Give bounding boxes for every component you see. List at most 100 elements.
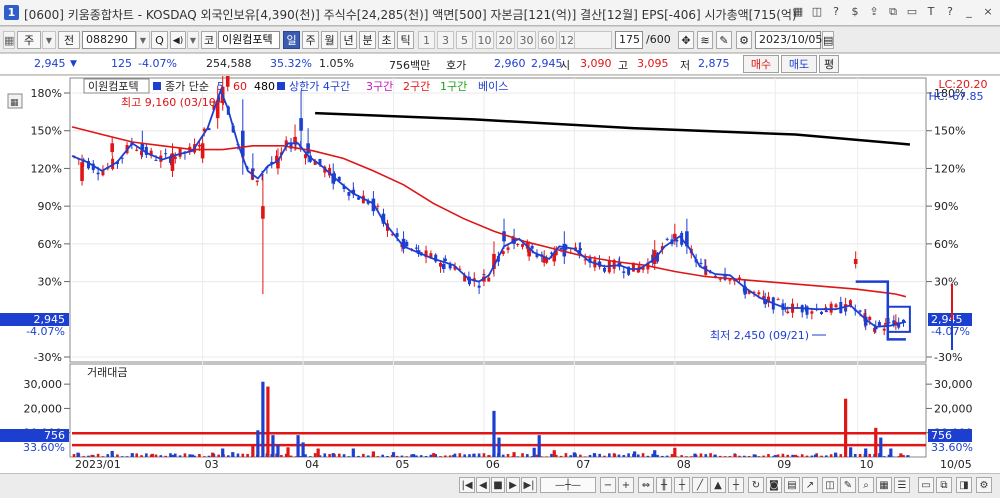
list-icon[interactable]: ☰: [894, 477, 910, 493]
x-axis-label: 2023/01: [75, 458, 121, 471]
draw-icon[interactable]: ✎: [716, 31, 732, 49]
stock-name-field[interactable]: 이원컴포텍: [218, 31, 280, 49]
volume-bar: [781, 453, 785, 457]
volume-bar: [532, 447, 536, 457]
help-icon[interactable]: ?: [828, 4, 844, 20]
turnover-rate: 1.05%: [319, 57, 354, 70]
speaker-dropdown-icon[interactable]: ▼: [187, 31, 199, 49]
code-dropdown-icon[interactable]: ▼: [136, 31, 150, 49]
stop-icon[interactable]: ■: [491, 477, 505, 493]
period-tab[interactable]: 월: [321, 31, 338, 49]
chevron-down-icon[interactable]: ▼: [42, 31, 56, 49]
search-icon[interactable]: Q: [151, 31, 168, 49]
window-number-badge[interactable]: 1: [4, 5, 19, 20]
interval-button[interactable]: 20: [496, 31, 515, 49]
maximize-icon[interactable]: ▭: [904, 4, 920, 20]
settings-icon[interactable]: ⚙: [976, 477, 992, 493]
interval-button[interactable]: 1: [418, 31, 435, 49]
candle-body: [853, 258, 858, 264]
chart-svg[interactable]: 180%150%120%90%60%30%-30%30,00020,00010,…: [0, 66, 1000, 473]
zoom-in-icon[interactable]: +: [618, 477, 634, 493]
crosshair-mode-icon[interactable]: ┼: [728, 477, 744, 493]
chart-type-area-icon[interactable]: ▲: [710, 477, 726, 493]
chart-toolbar: ▦ 주 ▼ 전 088290 ▼ Q ◀) ▼ 코 이원컴포텍 일주월년분초틱 …: [0, 27, 1000, 53]
search-chart-icon[interactable]: ⌕: [858, 477, 874, 493]
last-page-icon[interactable]: ▶|: [521, 477, 537, 493]
export-icon[interactable]: ↗: [802, 477, 818, 493]
grid-icon[interactable]: ▦: [3, 31, 15, 49]
left-tick-label: 30%: [38, 276, 62, 289]
candle-body: [882, 328, 886, 331]
interval-button[interactable]: 10: [475, 31, 494, 49]
sell-button[interactable]: 매도: [781, 55, 817, 73]
buy-button[interactable]: 매수: [743, 55, 779, 73]
period-tab[interactable]: 분: [359, 31, 376, 49]
evaluate-button[interactable]: 평: [819, 55, 839, 73]
count-input[interactable]: 175: [615, 31, 643, 49]
window-icon[interactable]: ⧉: [936, 477, 952, 493]
date-input[interactable]: 2023/10/05: [755, 31, 822, 49]
interval-button[interactable]: 5: [456, 31, 473, 49]
period-tab[interactable]: 일: [283, 31, 300, 49]
volume-bar: [217, 454, 220, 457]
volume-bar: [709, 453, 712, 457]
dollar-icon[interactable]: $: [847, 4, 863, 20]
close-icon[interactable]: ×: [980, 4, 996, 20]
volume-bar: [844, 398, 848, 457]
volume-bar: [641, 453, 645, 457]
volume-bar: [87, 455, 90, 457]
interval-button[interactable]: 3: [437, 31, 454, 49]
gear-icon[interactable]: ⚙: [736, 31, 752, 49]
print-icon[interactable]: ▤: [784, 477, 800, 493]
volume-bar: [882, 456, 886, 457]
volume-bar: [800, 454, 804, 457]
compare-icon[interactable]: ≋: [697, 31, 713, 49]
window-title: [0600] 키움종합차트 - KOSDAQ 외국인보유[4,390(천)] 주…: [24, 8, 797, 22]
period-tab[interactable]: 주: [302, 31, 319, 49]
text-icon[interactable]: T: [923, 4, 939, 20]
camera-icon[interactable]: ◙: [766, 477, 782, 493]
volume-bar: [140, 455, 143, 457]
first-page-icon[interactable]: |◀: [459, 477, 475, 493]
candle-body: [439, 262, 443, 267]
zoom-out-icon[interactable]: −: [600, 477, 616, 493]
market-select[interactable]: 주: [17, 31, 41, 49]
restore-icon[interactable]: ⧉: [885, 4, 901, 20]
speaker-icon[interactable]: ◀): [170, 31, 186, 49]
sync-icon[interactable]: ↻: [748, 477, 764, 493]
interval-button[interactable]: 60: [538, 31, 557, 49]
minimize-icon[interactable]: _: [961, 4, 977, 20]
panel-icon[interactable]: ◨: [956, 477, 972, 493]
chart-type-bar-icon[interactable]: ┼: [674, 477, 690, 493]
calendar-icon[interactable]: ▤: [822, 31, 834, 49]
scroll-slider[interactable]: —┼—: [540, 477, 596, 493]
candle-body: [135, 149, 139, 151]
volume-bar: [400, 455, 404, 457]
chat-icon[interactable]: ◫: [809, 4, 825, 20]
period-tab[interactable]: 초: [378, 31, 395, 49]
prev-button[interactable]: 전: [58, 31, 80, 49]
period-tab[interactable]: 틱: [397, 31, 414, 49]
fit-icon[interactable]: ⇔: [638, 477, 654, 493]
crosshair-icon[interactable]: ✥: [678, 31, 694, 49]
current-price: 2,945: [34, 57, 66, 70]
calculator-icon[interactable]: ▦: [790, 4, 806, 20]
grid-toggle-icon[interactable]: ▦: [876, 477, 892, 493]
chart-area[interactable]: 180%150%120%90%60%30%-30%30,00020,00010,…: [0, 66, 1000, 473]
lock-icon[interactable]: ◫: [822, 477, 838, 493]
note-icon[interactable]: ✎: [840, 477, 856, 493]
pin-icon[interactable]: ⇪: [866, 4, 882, 20]
help-question-icon[interactable]: ?: [942, 4, 958, 20]
spacer-field[interactable]: [574, 31, 612, 49]
prev-icon[interactable]: ◀: [476, 477, 490, 493]
volume-bar: [743, 455, 746, 457]
chart-type-candle-icon[interactable]: ╫: [656, 477, 672, 493]
dock-icon[interactable]: ▭: [918, 477, 934, 493]
interval-button[interactable]: 30: [517, 31, 536, 49]
kosdaq-button[interactable]: 코: [201, 31, 217, 49]
period-tab[interactable]: 년: [340, 31, 357, 49]
stock-code-input[interactable]: 088290: [82, 31, 136, 49]
chart-type-line-icon[interactable]: ╱: [692, 477, 708, 493]
volume-bar: [362, 453, 365, 457]
next-icon[interactable]: ▶: [506, 477, 520, 493]
